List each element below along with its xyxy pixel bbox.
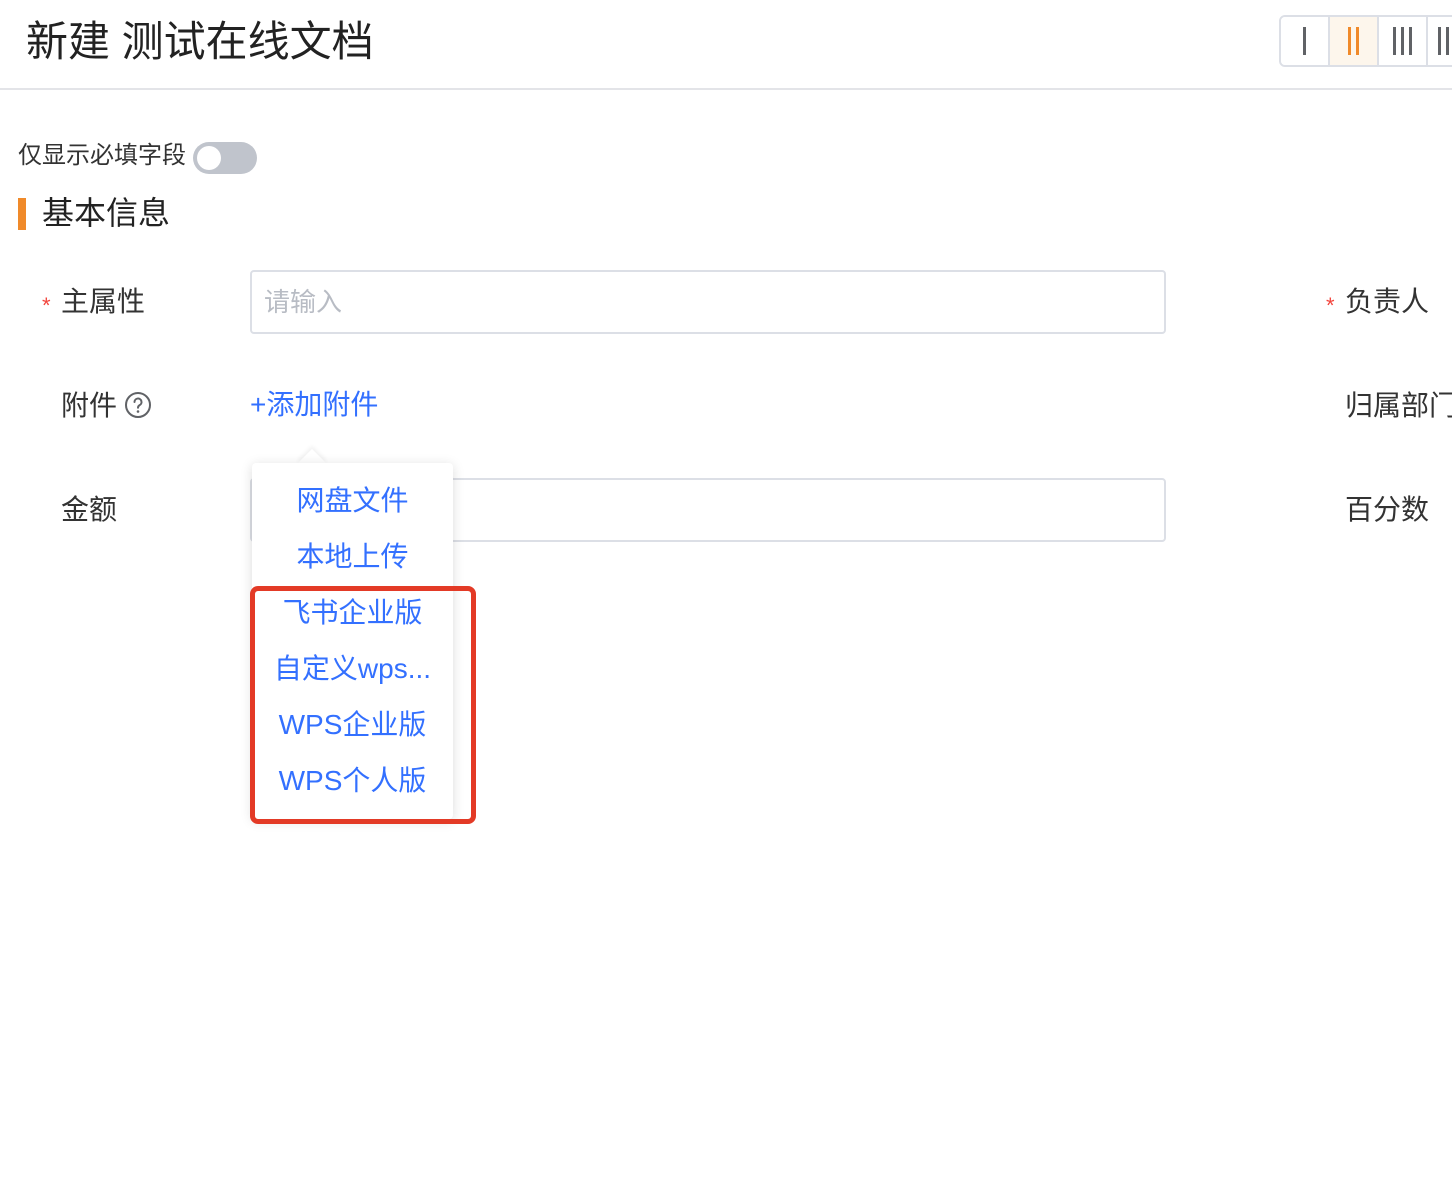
add-attachment-link[interactable]: +添加附件 [250, 388, 378, 422]
menu-item-local-upload[interactable]: 本地上传 [252, 529, 453, 585]
required-only-toggle[interactable] [193, 142, 257, 174]
required-only-label: 仅显示必填字段 [18, 142, 186, 169]
attachment-label: 附件 [61, 390, 118, 421]
percentage-label: 百分数 [1345, 494, 1430, 525]
primary-attr-field [250, 270, 1166, 334]
section-title: 基本信息 [42, 195, 171, 231]
owner-label: 负责人 [1345, 286, 1430, 317]
three-column-button[interactable] [1379, 17, 1428, 65]
section-accent-bar [18, 198, 26, 230]
primary-attr-label: 主属性 [61, 286, 146, 317]
question-circle-icon[interactable] [124, 391, 152, 419]
form-page: 新建 测试在线文档 仅显示必填字段 基本信息 * 主属性 请输入 * 负责人 附… [0, 0, 1452, 1184]
four-column-button[interactable] [1428, 17, 1452, 65]
column-layout-switch [1279, 15, 1452, 67]
department-label: 归属部门 [1345, 390, 1452, 421]
amount-label: 金额 [61, 494, 118, 525]
highlight-annotation-box [250, 586, 476, 824]
one-bar-icon [1303, 27, 1306, 55]
two-bars-icon [1348, 27, 1359, 55]
page-header: 新建 测试在线文档 [0, 0, 1452, 90]
primary-attr-input[interactable] [252, 272, 1164, 332]
required-asterisk: * [1326, 293, 1335, 318]
required-asterisk: * [42, 293, 51, 318]
page-title: 新建 测试在线文档 [26, 18, 374, 65]
menu-item-cloud-drive[interactable]: 网盘文件 [252, 473, 453, 529]
three-bars-icon [1393, 27, 1412, 55]
toggle-knob [197, 146, 221, 170]
two-column-button[interactable] [1330, 17, 1379, 65]
four-bars-icon [1438, 27, 1452, 55]
single-column-button[interactable] [1281, 17, 1330, 65]
